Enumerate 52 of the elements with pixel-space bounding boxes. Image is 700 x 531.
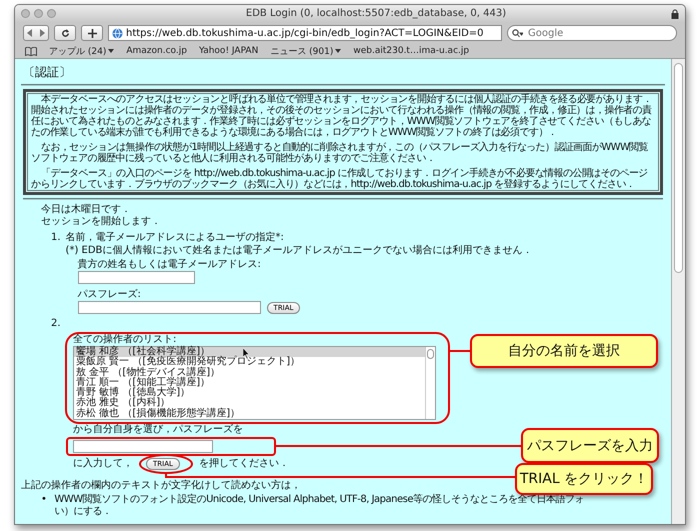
operator-option[interactable]: 赤池 雅史 （[内科]） — [74, 398, 425, 409]
list-label: 全ての操作者のリスト: — [73, 334, 176, 346]
page-heading: 〔認証〕 — [21, 63, 665, 86]
greeting-text: 今日は木曜日です． — [41, 204, 131, 216]
callout-label: パスフレーズを入力 — [521, 428, 659, 463]
address-field[interactable]: https://web.db.tokushima-u.ac.jp/cgi-bin/edb_login?ACT=LOGIN&EID=0 — [108, 25, 502, 41]
field-label: パスフレーズ: — [78, 289, 142, 301]
instruction-text: に入力して， — [73, 458, 133, 470]
notice-paragraph: なお，セッションは無操作の状態が1時間以上経過すると自動的に削除されますが，この（パスフレーズ入力を行なった）認証画面がWWW閲覧ソフトウェアの履歴中に残っていると他人に利用される可能性がありますのでご注意ください． — [31, 142, 650, 164]
passphrase-input-field[interactable] — [78, 301, 261, 314]
leader-line — [450, 350, 470, 352]
bookmark-link[interactable]: Yahoo! JAPAN — [198, 46, 258, 56]
bookmark-link[interactable]: ニュース (901) — [270, 44, 342, 58]
list-scrollbar[interactable] — [425, 347, 435, 419]
bullet-marker: • — [41, 494, 46, 507]
operator-option[interactable]: 敖 金平 （[物性デバイス講座]） — [74, 368, 425, 378]
bookmark-link[interactable]: web.ait230.t…ima-u.ac.jp — [353, 46, 470, 56]
callout-label: TRIAL をクリック！ — [515, 463, 653, 495]
operator-option[interactable]: 粟飯原 賢一 （[免疫医療開発研究プロジェクト]） — [74, 357, 425, 368]
back-forward-button[interactable] — [23, 25, 49, 41]
back-forward-icon — [27, 29, 45, 37]
globe-icon — [112, 28, 123, 38]
scrollbar[interactable] — [671, 59, 685, 524]
mouse-cursor-icon — [243, 348, 250, 359]
field-label: 貴方の姓名もしくは電子メールアドレス: — [78, 259, 262, 271]
step-title: 名前，電子メールアドレスによるユーザの指定*: — [66, 232, 284, 244]
search-field[interactable]: Google — [507, 25, 677, 41]
instruction-text: から自分自身を選び，パスフレーズを — [73, 424, 243, 436]
bookmark-link[interactable]: Amazon.co.jp — [126, 46, 187, 56]
plus-icon — [88, 28, 96, 38]
reload-icon — [60, 28, 70, 38]
step-number: 2. — [51, 318, 61, 330]
add-bookmark-button[interactable] — [81, 25, 103, 41]
help-text: 上記の操作者の欄内のテキストが文字化けして読めない方は， — [21, 480, 301, 492]
window-title: EDB Login (0, localhost:5507:edb_database, 0, 443) — [244, 8, 508, 19]
operator-option[interactable]: 赤松 徹也 （[損傷機能形態学講座]） — [74, 408, 425, 420]
lock-icon — [671, 8, 679, 18]
notice-paragraph: 本データベースへのアクセスはセッションと呼ばれる単位で管理されます，セッションを開始するには個人認証の手続きを経る必要があります．開始されたセッションには操作者のデータが登録され，その後そのセッションにおいて行なわれる操作（情報の閲覧，作成，修正）は，操作者の責任において為されたものとみなされます．作業終了時には必ずセッションをログアウト，WWW閲覧ソフトウェアを終了させてください（もしあなたの作業している端末が誰でも利用できるような環境にある場合には，ログアウトとWWW閲覧ソフトの終了は必須です）． — [31, 94, 654, 138]
notice-paragraph: 「データベース」の入口のページを http://web.db.tokushima-u.ac.jp に作成しております．ログイン手続きが不必要な情報の公開はそのページからリンクしています．ブラウザのブックマーク（お気に入り）などには，http://web.db.tokushima-u.ac.jp を登録するようにしてください． — [31, 168, 649, 190]
name-input-field[interactable] — [78, 271, 195, 284]
greeting-text: セッションを開始します． — [41, 216, 161, 228]
highlight-ellipse — [139, 454, 193, 474]
help-bullet-text: い）にする． — [54, 506, 112, 518]
callout-label: 自分の名前を選択 — [470, 334, 658, 368]
reload-button[interactable] — [54, 25, 76, 41]
footnote-text: (*) EDBに個人情報において姓名または電子メールアドレスがユニークでない場合には利用できません． — [66, 245, 532, 257]
book-icon[interactable] — [25, 46, 37, 56]
operator-listbox[interactable]: 饗場 和彦 （[社会科学講座]） 粟飯原 賢一 （[免疫医療開発研究プロジェクト]） 敖 金平 （[物性デバイス講座]） 青江 順一 （[知能工学講座]） 青野 敏博 （[徳島大学]） 赤池 雅史 （[内科]） 赤松 徹也 （[損傷機能形態学講座]） — [73, 346, 436, 420]
step-number: 1. — [51, 232, 61, 245]
passphrase-input-field[interactable] — [73, 440, 213, 453]
instruction-text: を押してください． — [199, 458, 289, 470]
bookmark-link[interactable]: アップル (24) — [49, 44, 114, 58]
